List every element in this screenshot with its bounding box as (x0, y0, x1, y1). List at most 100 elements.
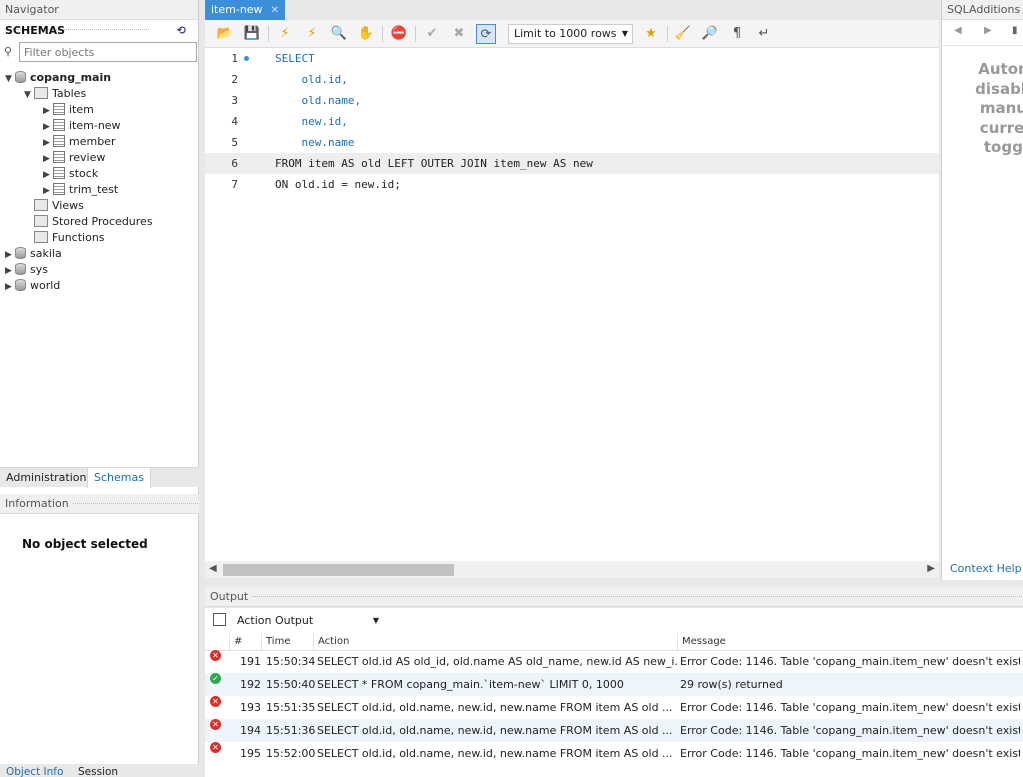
tree-table-item[interactable]: ▶ item (43, 102, 94, 118)
back-arrow-icon[interactable]: ◀ (954, 25, 962, 36)
error-icon: ✕ (210, 742, 221, 753)
find-icon[interactable]: 🔎 (700, 24, 720, 44)
editor-tab-label: item-new (211, 3, 263, 16)
row-action: SELECT * FROM copang_main.`item-new` LIM… (317, 678, 624, 691)
error-icon: ✕ (210, 650, 221, 661)
limit-rows-select[interactable]: Limit to 1000 rows ▼ (508, 24, 633, 44)
filter-objects-input[interactable] (19, 42, 197, 62)
stop-icon[interactable]: ✋ (356, 24, 376, 44)
tree-table-review[interactable]: ▶ review (43, 150, 105, 166)
output-title-text: Output (210, 590, 249, 603)
collapsed-arrow-icon[interactable]: ▶ (43, 135, 53, 151)
wrap-lines-icon[interactable]: ↵ (754, 24, 774, 44)
output-row[interactable]: ✕ 191 15:50:34 SELECT old.id AS old_id, … (205, 650, 1023, 673)
autocommit-icon[interactable]: ⟳ (476, 24, 496, 44)
database-icon (15, 279, 26, 291)
editor-toolbar: 📂 💾 ⚡ ⚡ 🔍 ✋ ⛔ ✔ ✖ ⟳ Limit to 1000 rows ▼ … (205, 20, 939, 48)
editor-tabbar: item-new ✕ (205, 0, 939, 20)
row-time: 15:50:40 (266, 678, 316, 691)
tree-table-trim-test[interactable]: ▶ trim_test (43, 182, 118, 198)
output-row[interactable]: ✕ 194 15:51:36 SELECT old.id, old.name, … (205, 719, 1023, 742)
row-time: 15:51:36 (266, 724, 316, 737)
title-divider (252, 596, 1023, 598)
scrollbar-thumb[interactable] (223, 564, 454, 576)
execute-current-icon[interactable]: ⚡ (302, 24, 322, 44)
tree-db-sys[interactable]: ▶ sys (5, 262, 48, 278)
expanded-arrow-icon[interactable]: ▼ (5, 71, 15, 87)
code-text: ON old.id = new.id; (275, 178, 401, 191)
tree-db-copang-main[interactable]: ▼ copang_main (5, 70, 111, 86)
expanded-arrow-icon[interactable]: ▼ (24, 87, 34, 103)
tab-schemas[interactable]: Schemas (87, 468, 151, 488)
toolbar-separator (667, 26, 668, 42)
output-row[interactable]: ✕ 193 15:51:35 SELECT old.id, old.name, … (205, 696, 1023, 719)
line-number: 6 (231, 157, 238, 170)
scroll-right-icon[interactable]: ▶ (927, 563, 935, 574)
code-text: old.name, (275, 94, 362, 107)
close-tab-icon[interactable]: ✕ (271, 5, 279, 16)
collapsed-arrow-icon[interactable]: ▶ (5, 279, 15, 295)
output-row[interactable]: ✕ 195 15:52:00 SELECT old.id, old.name, … (205, 742, 1023, 765)
explain-icon[interactable]: 🔍 (329, 24, 349, 44)
sql-editor[interactable]: 1 SELECT 2 old.id, 3 old.name, 4 new.id,… (205, 48, 939, 561)
open-file-icon[interactable]: 📂 (215, 24, 235, 44)
output-row[interactable]: ✓ 192 15:50:40 SELECT * FROM copang_main… (205, 673, 1023, 696)
information-title-text: Information (5, 497, 69, 510)
tab-administration[interactable]: Administration (0, 468, 93, 488)
collapsed-arrow-icon[interactable]: ▶ (43, 151, 53, 167)
no-object-selected-text: No object selected (22, 537, 148, 551)
column-header-num[interactable]: # (229, 633, 261, 651)
db-name: sakila (30, 247, 62, 260)
collapsed-arrow-icon[interactable]: ▶ (5, 263, 15, 279)
tree-views-folder[interactable]: Views (34, 198, 84, 214)
editor-tab-item-new[interactable]: item-new ✕ (205, 0, 285, 20)
sql-additions-nav: ◀ ▶ ▮ (942, 20, 1023, 46)
add-snippet-icon[interactable]: ★ (641, 24, 661, 44)
tree-table-stock[interactable]: ▶ stock (43, 166, 98, 182)
code-text: new.name (275, 136, 355, 149)
success-icon: ✓ (210, 673, 221, 684)
copy-icon[interactable] (213, 613, 226, 626)
column-header-time[interactable]: Time (261, 633, 313, 651)
folder-icon (34, 87, 48, 99)
editor-horizontal-scrollbar[interactable]: ◀ ▶ (205, 561, 939, 578)
tree-tables-folder[interactable]: ▼ Tables (24, 86, 86, 102)
line-number: 1 (231, 52, 238, 65)
tab-object-info[interactable]: Object Info (1, 766, 68, 777)
tree-functions-folder[interactable]: Functions (34, 230, 105, 246)
toggle-error-stop-icon[interactable]: ⛔ (389, 24, 409, 44)
rollback-icon[interactable]: ✖ (449, 24, 469, 44)
folder-icon (34, 215, 48, 227)
tree-table-item-new[interactable]: ▶ item-new (43, 118, 121, 134)
collapsed-arrow-icon[interactable]: ▶ (43, 103, 53, 119)
context-help-tab[interactable]: Context Help (950, 562, 1022, 575)
db-name: sys (30, 263, 48, 276)
scroll-left-icon[interactable]: ◀ (209, 563, 217, 574)
action-output-value: Action Output (237, 614, 314, 627)
collapsed-arrow-icon[interactable]: ▶ (43, 167, 53, 183)
row-action: SELECT old.id, old.name, new.id, new.nam… (317, 701, 673, 714)
help-nav-icon[interactable]: ▮ (1012, 25, 1018, 36)
forward-arrow-icon[interactable]: ▶ (984, 25, 992, 36)
folder-label: Views (52, 199, 84, 212)
column-header-message[interactable]: Message (677, 633, 1023, 651)
tree-db-sakila[interactable]: ▶ sakila (5, 246, 62, 262)
refresh-icon[interactable]: ⟲ (177, 20, 186, 42)
tab-session[interactable]: Session (73, 766, 123, 777)
tree-table-member[interactable]: ▶ member (43, 134, 115, 150)
collapsed-arrow-icon[interactable]: ▶ (5, 247, 15, 263)
beautify-icon[interactable]: 🧹 (673, 24, 693, 44)
database-icon (15, 263, 26, 275)
column-header-action[interactable]: Action (313, 633, 677, 651)
tree-procedures-folder[interactable]: Stored Procedures (34, 214, 153, 230)
action-output-select[interactable]: Action Output ▼ (232, 611, 382, 631)
invisible-chars-icon[interactable]: ¶ (727, 24, 747, 44)
save-icon[interactable]: 💾 (242, 24, 262, 44)
table-label: stock (69, 167, 99, 180)
commit-icon[interactable]: ✔ (422, 24, 442, 44)
tree-db-world[interactable]: ▶ world (5, 278, 60, 294)
statement-marker-icon (244, 56, 249, 61)
collapsed-arrow-icon[interactable]: ▶ (43, 119, 53, 135)
collapsed-arrow-icon[interactable]: ▶ (43, 183, 53, 199)
execute-all-icon[interactable]: ⚡ (275, 24, 295, 44)
